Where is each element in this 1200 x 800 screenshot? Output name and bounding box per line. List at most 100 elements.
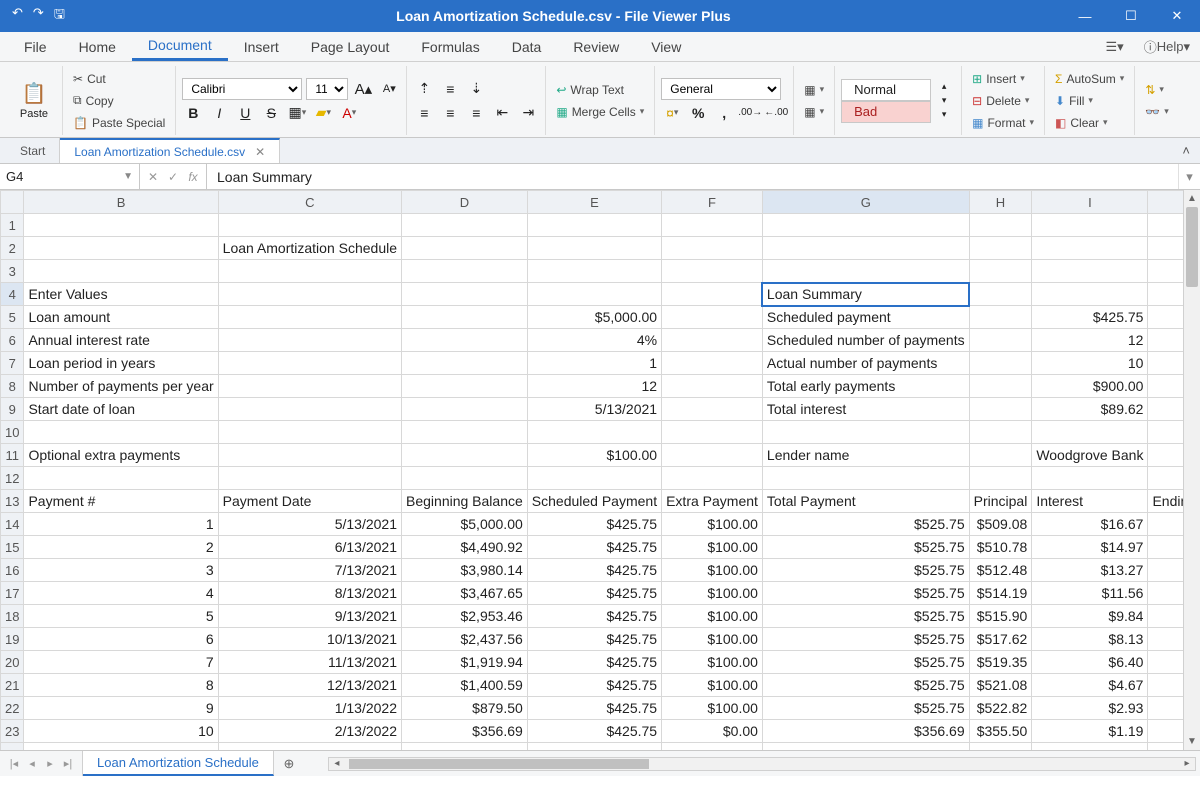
- cell[interactable]: 10: [1032, 352, 1148, 375]
- cell[interactable]: $5,000.00: [527, 306, 661, 329]
- paste-special-button[interactable]: 📋Paste Special: [69, 113, 169, 133]
- copy-button[interactable]: ⧉Copy: [69, 91, 169, 111]
- cell[interactable]: [969, 352, 1032, 375]
- cell[interactable]: [1032, 237, 1148, 260]
- save-icon[interactable]: 🖫: [54, 5, 65, 27]
- cell[interactable]: 9/13/2021: [218, 605, 401, 628]
- redo-icon[interactable]: ↷: [33, 5, 44, 27]
- cell[interactable]: 8: [24, 674, 218, 697]
- italic-button[interactable]: I: [208, 102, 230, 124]
- cell[interactable]: [402, 352, 528, 375]
- cell[interactable]: Scheduled number of payments: [762, 329, 969, 352]
- cell[interactable]: 1: [24, 513, 218, 536]
- cell[interactable]: Actual number of payments: [762, 352, 969, 375]
- add-sheet-button[interactable]: ⊕: [274, 751, 304, 776]
- strike-button[interactable]: S: [260, 102, 282, 124]
- cell[interactable]: $3,980.14: [1148, 536, 1183, 559]
- cell[interactable]: Payment #: [24, 490, 218, 513]
- cell[interactable]: Total early payments: [762, 375, 969, 398]
- spreadsheet-grid[interactable]: BCDEFGHIJK12Loan Amortization Schedule34…: [0, 190, 1183, 750]
- cell[interactable]: $16.67: [1032, 513, 1148, 536]
- ribbon-tab-view[interactable]: View: [635, 32, 697, 61]
- col-header[interactable]: J: [1148, 191, 1183, 214]
- cell[interactable]: [1148, 421, 1183, 444]
- cell[interactable]: [969, 329, 1032, 352]
- cell[interactable]: $11.56: [1032, 582, 1148, 605]
- ribbon-options-icon[interactable]: ☰▾: [1096, 32, 1134, 61]
- cell[interactable]: [24, 214, 218, 237]
- cell[interactable]: [1148, 237, 1183, 260]
- cell[interactable]: [527, 237, 661, 260]
- cell[interactable]: [1148, 283, 1183, 306]
- cell[interactable]: [402, 467, 528, 490]
- col-header[interactable]: B: [24, 191, 218, 214]
- cell[interactable]: [662, 352, 763, 375]
- cell[interactable]: $100.00: [662, 536, 763, 559]
- col-header[interactable]: D: [402, 191, 528, 214]
- find-button[interactable]: 👓: [1141, 102, 1172, 122]
- cell[interactable]: [218, 398, 401, 421]
- row-header[interactable]: 5: [1, 306, 24, 329]
- cell[interactable]: $519.35: [969, 651, 1032, 674]
- cell[interactable]: 1: [527, 352, 661, 375]
- cell[interactable]: Interest: [1032, 490, 1148, 513]
- fx-icon[interactable]: fx: [184, 170, 202, 184]
- cell[interactable]: [1148, 352, 1183, 375]
- row-header[interactable]: 3: [1, 260, 24, 283]
- cell[interactable]: [527, 260, 661, 283]
- cell[interactable]: $100.00: [662, 605, 763, 628]
- cell[interactable]: Beginning Balance: [402, 490, 528, 513]
- style-up-icon[interactable]: ▴: [933, 80, 955, 94]
- cell[interactable]: $425.75: [527, 628, 661, 651]
- row-header[interactable]: 9: [1, 398, 24, 421]
- col-header[interactable]: [1, 191, 24, 214]
- cell[interactable]: 3: [24, 559, 218, 582]
- align-right-icon[interactable]: ≡: [465, 102, 487, 124]
- row-header[interactable]: 21: [1, 674, 24, 697]
- tab-file[interactable]: Loan Amortization Schedule.csv✕: [60, 138, 280, 163]
- cell[interactable]: 12: [527, 375, 661, 398]
- cell[interactable]: $521.08: [969, 674, 1032, 697]
- row-header[interactable]: 8: [1, 375, 24, 398]
- cell[interactable]: $425.75: [527, 674, 661, 697]
- cell[interactable]: 5/13/2021: [218, 513, 401, 536]
- cell[interactable]: [969, 398, 1032, 421]
- cell[interactable]: [969, 306, 1032, 329]
- cell[interactable]: Start date of loan: [24, 398, 218, 421]
- cell[interactable]: [24, 260, 218, 283]
- cell[interactable]: Scheduled Payment: [527, 490, 661, 513]
- cell[interactable]: 4%: [527, 329, 661, 352]
- cell[interactable]: [662, 283, 763, 306]
- col-header[interactable]: E: [527, 191, 661, 214]
- cell[interactable]: [969, 467, 1032, 490]
- cell[interactable]: [762, 237, 969, 260]
- cell[interactable]: $2,953.46: [1148, 582, 1183, 605]
- cell[interactable]: $425.75: [527, 720, 661, 743]
- cell[interactable]: [969, 260, 1032, 283]
- font-name-select[interactable]: Calibri: [182, 78, 302, 100]
- cell[interactable]: $13.27: [1032, 559, 1148, 582]
- cell[interactable]: [1148, 398, 1183, 421]
- cell[interactable]: $425.75: [527, 605, 661, 628]
- cell[interactable]: [762, 743, 969, 751]
- cell[interactable]: [218, 352, 401, 375]
- cell[interactable]: [662, 329, 763, 352]
- cell[interactable]: [1032, 421, 1148, 444]
- increase-decimal-icon[interactable]: .00→: [739, 102, 761, 124]
- row-header[interactable]: 14: [1, 513, 24, 536]
- cell[interactable]: [662, 375, 763, 398]
- scroll-down-icon[interactable]: ▼: [1184, 733, 1200, 750]
- ribbon-tab-page-layout[interactable]: Page Layout: [295, 32, 406, 61]
- ribbon-tab-home[interactable]: Home: [63, 32, 132, 61]
- fill-color-button[interactable]: ▰: [312, 102, 334, 124]
- merge-cells-button[interactable]: ▦Merge Cells: [552, 102, 648, 122]
- cell[interactable]: $522.82: [969, 697, 1032, 720]
- shrink-font-icon[interactable]: A▾: [378, 78, 400, 100]
- cell[interactable]: $515.90: [969, 605, 1032, 628]
- cell[interactable]: [402, 329, 528, 352]
- cell[interactable]: [662, 444, 763, 467]
- autosum-button[interactable]: ΣAutoSum: [1051, 69, 1128, 89]
- cell[interactable]: [969, 743, 1032, 751]
- cell[interactable]: Extra Payment: [662, 490, 763, 513]
- cut-button[interactable]: ✂Cut: [69, 69, 169, 89]
